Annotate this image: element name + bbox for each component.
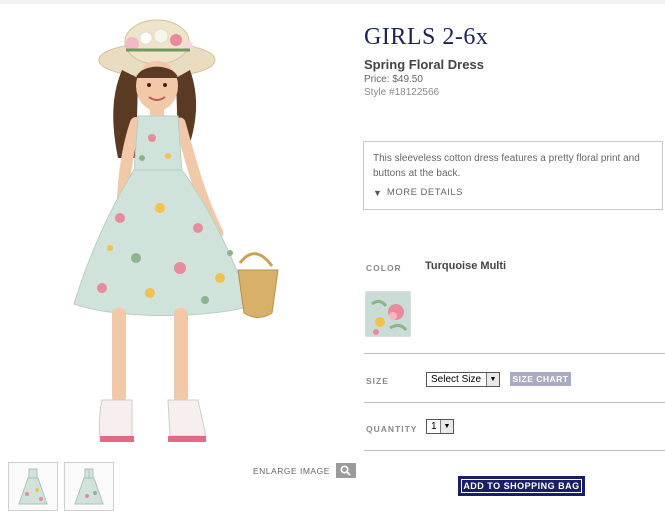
size-select[interactable]: Select Size ▼ [426,372,500,387]
color-swatch-turquoise-multi[interactable] [365,291,411,337]
divider [364,402,665,403]
dress-front-thumbnail[interactable] [8,462,58,511]
thumbnail-strip [8,462,114,511]
chevron-down-icon: ▼ [486,373,499,386]
size-select-value: Select Size [431,374,482,385]
product-name: Spring Floral Dress [364,57,484,72]
category-heading: GIRLS 2-6x [364,24,489,50]
divider [364,450,665,451]
product-image[interactable] [40,8,310,453]
description-box: This sleeveless cotton dress features a … [363,141,663,210]
add-to-shopping-bag-button[interactable]: ADD TO SHOPPING BAG [458,476,585,496]
product-price: Price: $49.50 [364,74,423,85]
top-divider [0,0,665,4]
more-details-label: MORE DETAILS [386,187,463,198]
size-label: SIZE [366,376,389,386]
chevron-down-icon: ▼ [440,420,453,433]
dress-back-thumbnail[interactable] [64,462,114,511]
magnifier-icon[interactable] [335,463,356,478]
more-details-toggle[interactable]: ▼ MORE DETAILS [373,187,653,198]
color-label: COLOR [366,263,402,273]
girl-in-floral-dress-illustration [73,19,279,442]
divider [364,353,665,354]
size-chart-button[interactable]: SIZE CHART [510,372,571,386]
product-style-number: Style #18122566 [364,87,440,98]
triangle-down-icon: ▼ [373,187,382,198]
product-description: This sleeveless cotton dress features a … [373,153,640,179]
color-value: Turquoise Multi [425,260,507,272]
enlarge-image-label: ENLARGE IMAGE [253,465,330,476]
quantity-select[interactable]: 1 ▼ [426,419,454,434]
quantity-select-value: 1 [431,421,437,432]
quantity-label: QUANTITY [366,424,418,434]
enlarge-image-link[interactable]: ENLARGE IMAGE [253,463,356,478]
